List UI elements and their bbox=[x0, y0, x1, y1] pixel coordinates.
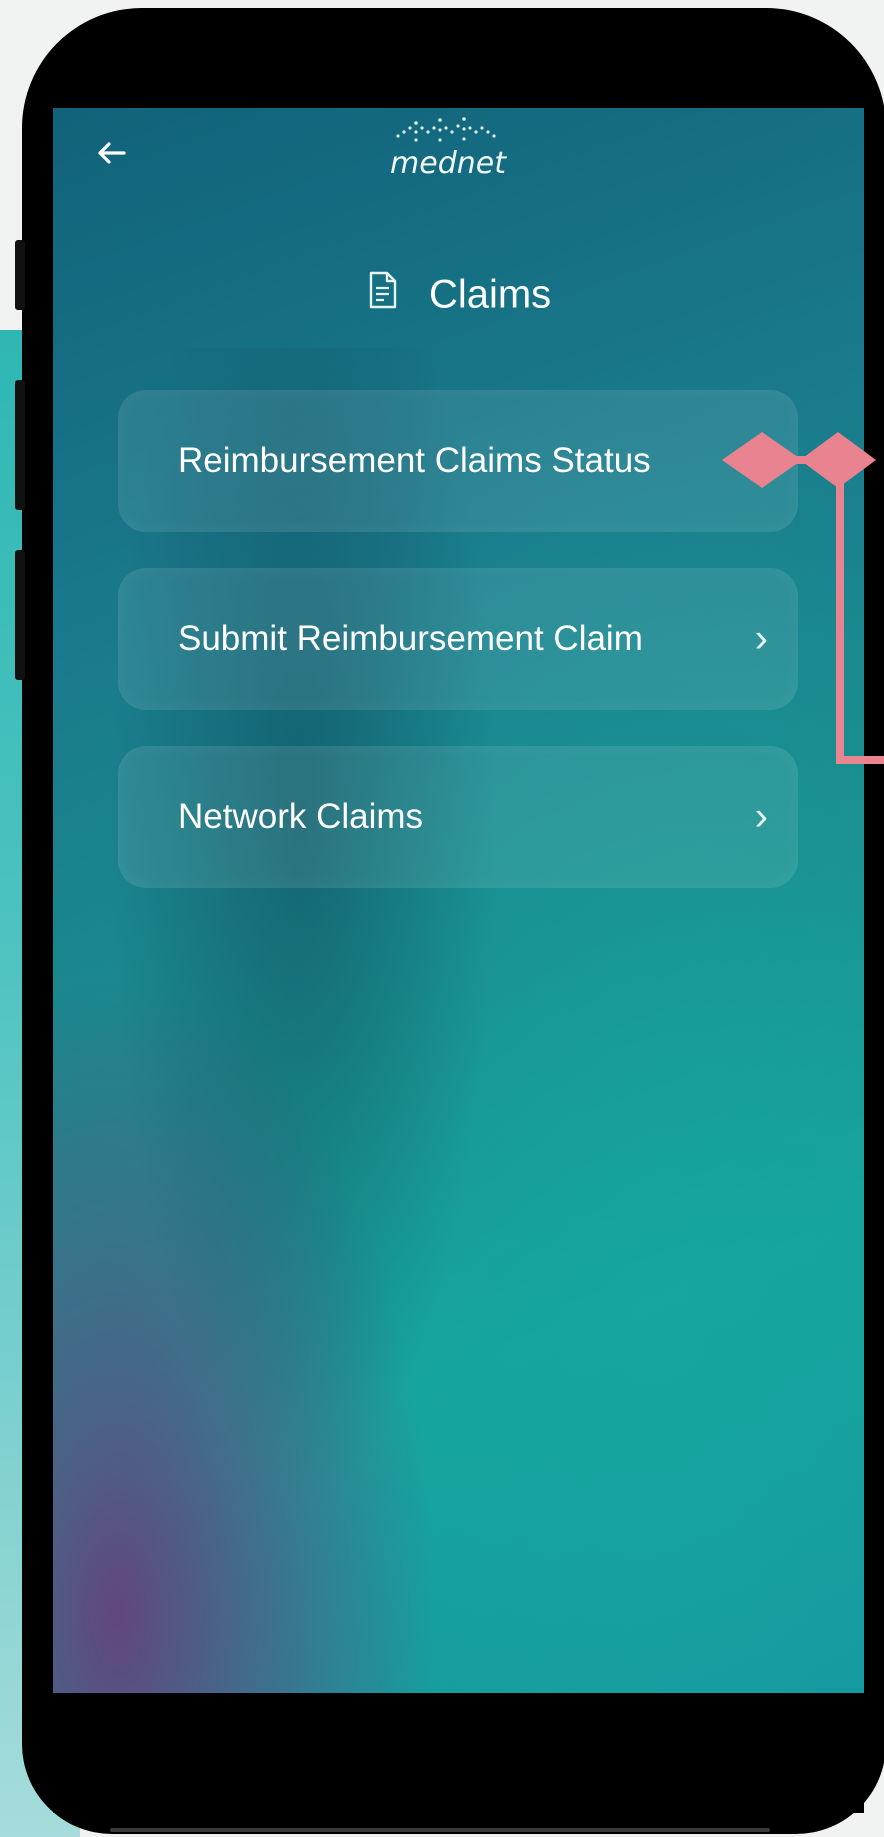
phone-side-button bbox=[15, 240, 25, 310]
home-indicator bbox=[110, 1828, 770, 1832]
phone-bottom-bezel bbox=[53, 1693, 864, 1813]
document-icon bbox=[366, 270, 400, 320]
page-header: Claims bbox=[53, 270, 864, 320]
logo-text: mednet bbox=[390, 146, 506, 181]
back-button[interactable] bbox=[89, 136, 133, 180]
menu-item-network-claims[interactable]: Network Claims › bbox=[118, 746, 798, 888]
app-screen: mednet Claims Reimbursement Claims Statu… bbox=[53, 108, 864, 1693]
logo-dots-icon bbox=[396, 117, 496, 142]
menu-item-label: Submit Reimbursement Claim bbox=[178, 619, 643, 658]
chevron-right-icon: › bbox=[754, 616, 768, 661]
page-title: Claims bbox=[428, 272, 552, 317]
menu-item-label: Reimbursement Claims Status bbox=[178, 441, 651, 480]
phone-side-button bbox=[15, 550, 25, 680]
phone-side-button bbox=[15, 380, 25, 510]
menu-item-label: Network Claims bbox=[178, 797, 424, 836]
menu-item-reimbursement-claims-status[interactable]: Reimbursement Claims Status bbox=[118, 390, 798, 532]
claims-menu: Reimbursement Claims Status Submit Reimb… bbox=[118, 390, 798, 924]
menu-item-submit-reimbursement-claim[interactable]: Submit Reimbursement Claim › bbox=[118, 568, 798, 710]
chevron-right-icon: › bbox=[754, 794, 768, 839]
arrow-left-icon bbox=[98, 142, 126, 164]
mednet-logo: mednet bbox=[358, 114, 538, 194]
